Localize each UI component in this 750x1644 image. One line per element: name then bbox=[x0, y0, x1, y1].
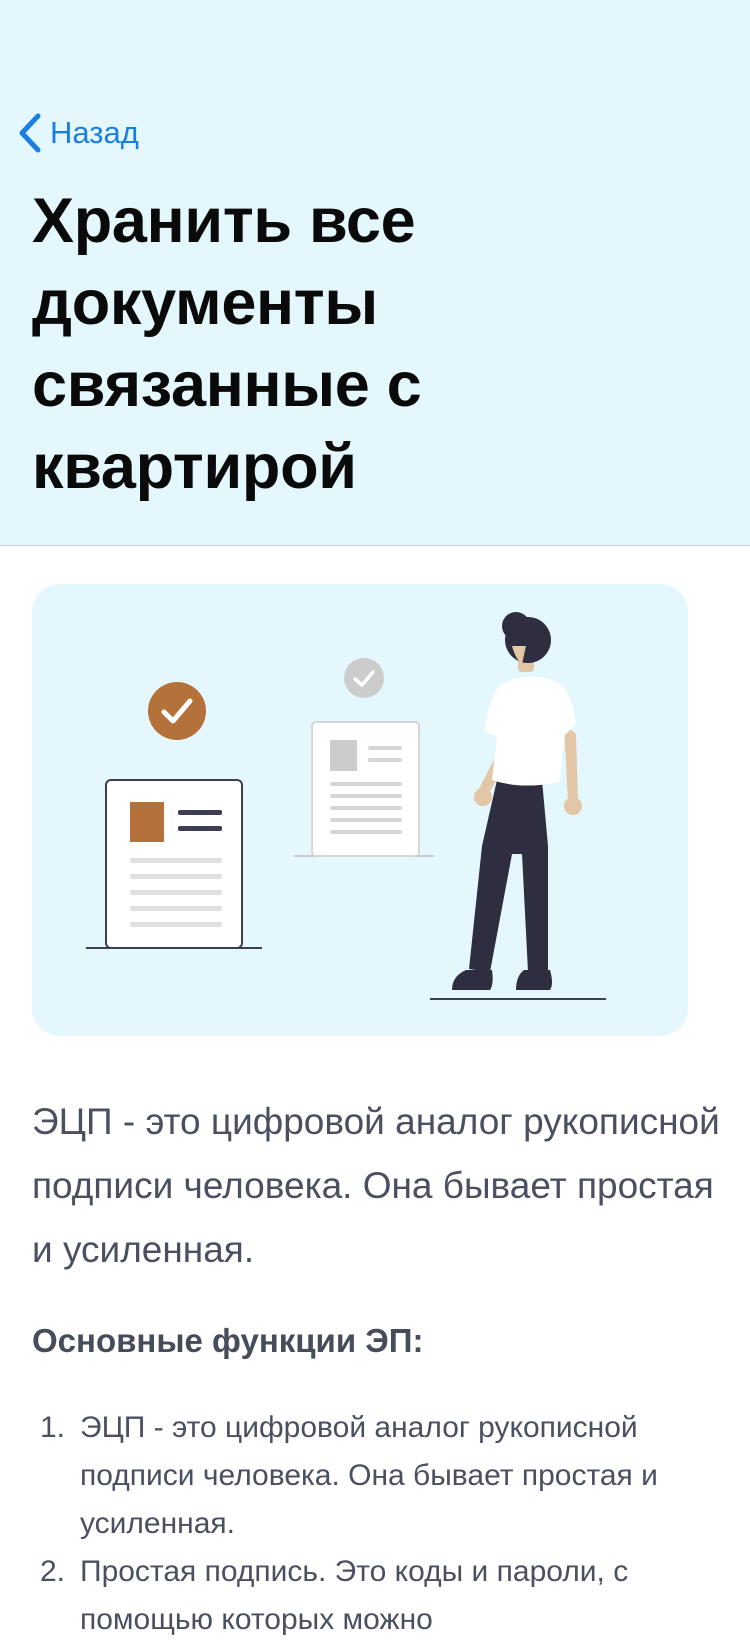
chevron-left-icon bbox=[19, 113, 41, 153]
person-figure bbox=[430, 612, 606, 1000]
intro-text: ЭЦП - это цифровой аналог рукописной под… bbox=[32, 1101, 720, 1270]
check-circle-gray-icon bbox=[344, 658, 384, 698]
page-title: Хранить все документы связанные с кварти… bbox=[32, 186, 422, 502]
functions-list: 1. ЭЦП - это цифровой аналог рукописной … bbox=[40, 1404, 720, 1644]
document-middle bbox=[294, 721, 434, 857]
list-item-number: 1. bbox=[40, 1411, 66, 1444]
document-left bbox=[86, 779, 262, 949]
functions-title: Основные функции ЭП: bbox=[32, 1322, 424, 1359]
list-item: 1. ЭЦП - это цифровой аналог рукописной … bbox=[40, 1404, 720, 1548]
list-item: 2. Простая подпись. Это коды и пароли, с… bbox=[40, 1548, 720, 1644]
back-label: Назад bbox=[50, 115, 139, 150]
list-item-text: Простая подпись. Это коды и пароли, с по… bbox=[80, 1555, 629, 1636]
documents-illustration bbox=[32, 584, 688, 1036]
list-item-text: ЭЦП - это цифровой аналог рукописной под… bbox=[80, 1411, 658, 1540]
header: Назад Хранить все документы связанные с … bbox=[0, 0, 750, 546]
back-button[interactable]: Назад bbox=[16, 108, 139, 158]
list-item-number: 2. bbox=[40, 1555, 66, 1588]
check-circle-icon bbox=[148, 682, 206, 740]
